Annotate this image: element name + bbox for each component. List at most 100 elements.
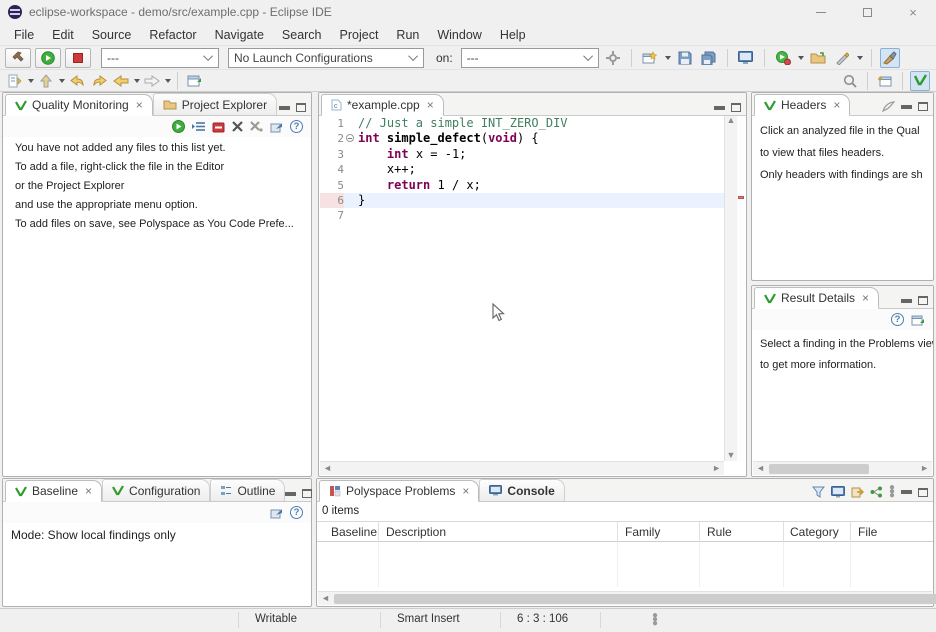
- close-tab-icon[interactable]: ×: [85, 484, 92, 498]
- problems-horizontal-scrollbar[interactable]: ◄ ►: [318, 591, 932, 605]
- menu-window[interactable]: Window: [428, 28, 490, 42]
- code-line[interactable]: 6}: [320, 193, 724, 208]
- pin-view-icon[interactable]: [911, 314, 925, 326]
- chevron-down-icon[interactable]: [28, 79, 34, 83]
- code-line[interactable]: 3 int x = -1;: [320, 147, 724, 162]
- maximize-view-icon[interactable]: [302, 489, 312, 498]
- minimize-view-icon[interactable]: [279, 106, 290, 110]
- chevron-down-icon[interactable]: [857, 56, 863, 60]
- remove-icon[interactable]: [232, 121, 243, 132]
- chevron-down-icon[interactable]: [59, 79, 65, 83]
- maximize-view-icon[interactable]: [731, 103, 741, 112]
- console-view-icon[interactable]: [831, 486, 845, 498]
- tab-example-cpp[interactable]: c *example.cpp ×: [321, 94, 444, 116]
- close-button[interactable]: ×: [890, 0, 936, 24]
- annotate-button[interactable]: [832, 48, 852, 68]
- minimize-view-icon[interactable]: [714, 106, 725, 110]
- minimize-view-icon[interactable]: [901, 105, 912, 109]
- fold-marker-icon[interactable]: [344, 131, 356, 146]
- status-menu-icon[interactable]: ●●●: [652, 614, 658, 626]
- maximize-button[interactable]: [844, 0, 890, 24]
- console-button[interactable]: [736, 48, 756, 68]
- run-button[interactable]: [35, 48, 61, 68]
- load-baseline-icon[interactable]: [270, 507, 283, 519]
- run-history-button[interactable]: [773, 48, 793, 68]
- menu-run[interactable]: Run: [387, 28, 428, 42]
- tab-polyspace-problems[interactable]: Polyspace Problems ×: [319, 480, 479, 502]
- run-analysis-icon[interactable]: [172, 120, 185, 133]
- chevron-down-icon[interactable]: [665, 56, 671, 60]
- quill-icon[interactable]: [882, 101, 895, 112]
- code-line[interactable]: 4 x++;: [320, 162, 724, 177]
- code-line[interactable]: 2int simple_defect(void) {: [320, 131, 724, 146]
- menu-project[interactable]: Project: [331, 28, 388, 42]
- build-button[interactable]: [5, 48, 31, 68]
- nav-forward-button[interactable]: [142, 71, 162, 91]
- close-tab-icon[interactable]: ×: [833, 98, 840, 112]
- polyspace-perspective-button[interactable]: [910, 71, 930, 91]
- open-perspective-button[interactable]: [875, 71, 895, 91]
- maximize-view-icon[interactable]: [296, 103, 306, 112]
- code-line[interactable]: 1// Just a simple INT_ZERO_DIV: [320, 116, 724, 131]
- close-tab-icon[interactable]: ×: [462, 484, 469, 498]
- column-rule[interactable]: Rule: [707, 522, 732, 543]
- save-button[interactable]: [675, 48, 695, 68]
- menu-source[interactable]: Source: [83, 28, 141, 42]
- menu-help[interactable]: Help: [491, 28, 535, 42]
- annotation-marker[interactable]: [738, 196, 744, 199]
- new-wizard-button[interactable]: [640, 48, 660, 68]
- close-tab-icon[interactable]: ×: [136, 98, 143, 112]
- build-config-combo[interactable]: ---: [101, 48, 219, 68]
- export-icon[interactable]: [851, 486, 864, 498]
- code-line[interactable]: 7: [320, 208, 724, 223]
- format-brush-button[interactable]: [880, 48, 900, 68]
- chevron-down-icon[interactable]: [165, 79, 171, 83]
- maximize-view-icon[interactable]: [918, 488, 928, 497]
- tab-headers[interactable]: Headers ×: [754, 94, 850, 116]
- minimize-view-icon[interactable]: [901, 490, 912, 494]
- save-all-button[interactable]: [699, 48, 719, 68]
- code-area[interactable]: 1// Just a simple INT_ZERO_DIV2int simpl…: [320, 116, 724, 461]
- column-category[interactable]: Category: [790, 522, 839, 543]
- chevron-down-icon[interactable]: [134, 79, 140, 83]
- menu-search[interactable]: Search: [273, 28, 331, 42]
- filter-icon[interactable]: [812, 486, 825, 498]
- tab-configuration[interactable]: Configuration: [102, 479, 210, 501]
- search-icon[interactable]: [840, 71, 860, 91]
- maximize-view-icon[interactable]: [918, 296, 928, 305]
- new-editor-button[interactable]: [184, 71, 204, 91]
- remove-all-icon[interactable]: [250, 121, 263, 132]
- tab-result-details[interactable]: Result Details ×: [754, 287, 879, 309]
- minimize-view-icon[interactable]: [285, 492, 296, 496]
- help-icon[interactable]: ?: [290, 120, 303, 133]
- column-baseline[interactable]: Baseline: [331, 522, 377, 543]
- gear-icon[interactable]: [603, 48, 623, 68]
- stop-button[interactable]: [65, 48, 91, 68]
- problems-table-body[interactable]: [317, 542, 933, 587]
- tab-baseline[interactable]: Baseline ×: [5, 480, 102, 502]
- load-results-icon[interactable]: [270, 121, 283, 133]
- tab-quality-monitoring[interactable]: Quality Monitoring ×: [5, 94, 153, 116]
- tab-outline[interactable]: Outline: [210, 479, 285, 501]
- close-tab-icon[interactable]: ×: [862, 291, 869, 305]
- menu-file[interactable]: File: [5, 28, 43, 42]
- menu-navigate[interactable]: Navigate: [206, 28, 273, 42]
- column-description[interactable]: Description: [386, 522, 446, 543]
- launch-target-combo[interactable]: ---: [461, 48, 599, 68]
- editor-horizontal-scrollbar[interactable]: ◄►: [320, 461, 724, 475]
- back-arrow-button[interactable]: [67, 71, 87, 91]
- editor-vertical-scrollbar[interactable]: ▲ ▼: [724, 116, 737, 461]
- show-list-icon[interactable]: [192, 121, 205, 132]
- help-icon[interactable]: ?: [891, 313, 904, 326]
- nav-back-button[interactable]: [111, 71, 131, 91]
- code-line[interactable]: 5 return 1 / x;: [320, 178, 724, 193]
- open-folder-button[interactable]: [808, 48, 828, 68]
- chevron-down-icon[interactable]: [798, 56, 804, 60]
- menu-edit[interactable]: Edit: [43, 28, 83, 42]
- result-details-horizontal-scrollbar[interactable]: ◄ ►: [753, 461, 932, 475]
- minimize-button[interactable]: [798, 0, 844, 24]
- menu-refactor[interactable]: Refactor: [140, 28, 205, 42]
- minimize-view-icon[interactable]: [901, 299, 912, 303]
- column-file[interactable]: File: [858, 522, 877, 543]
- column-family[interactable]: Family: [625, 522, 660, 543]
